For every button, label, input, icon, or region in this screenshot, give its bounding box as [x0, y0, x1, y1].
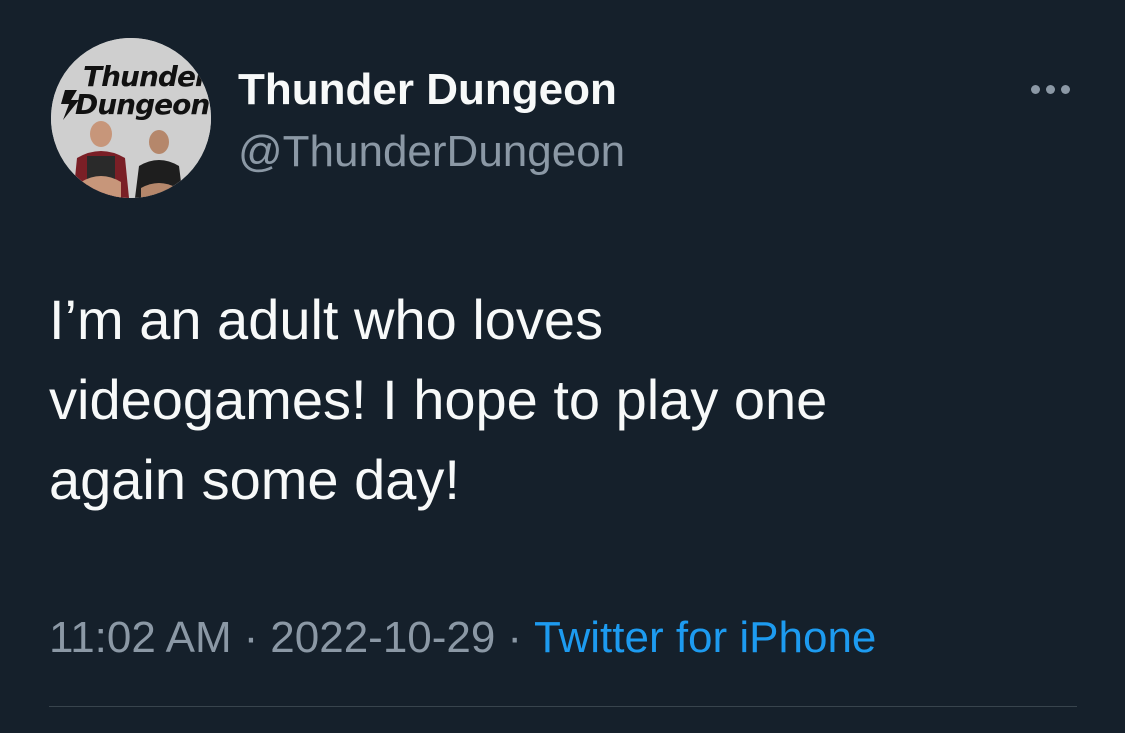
tweet-time[interactable]: 11:02 AM [49, 613, 232, 662]
tweet: Thunder Dungeon Thunder Dungeon @Thunder… [0, 0, 1125, 733]
tweet-date[interactable]: 2022-10-29 [270, 613, 495, 662]
meta-separator: · [507, 613, 523, 662]
avatar-image: Thunder Dungeon [51, 38, 211, 198]
author-handle[interactable]: @ThunderDungeon [238, 126, 625, 178]
divider [49, 706, 1077, 707]
more-options-button[interactable] [1024, 76, 1076, 102]
tweet-meta: 11:02 AM · 2022-10-29 · Twitter for iPhone [49, 612, 876, 664]
author-display-name[interactable]: Thunder Dungeon [238, 64, 617, 116]
tweet-source-link[interactable]: Twitter for iPhone [534, 613, 876, 662]
svg-text:Dungeon: Dungeon [75, 88, 209, 121]
meta-separator: · [243, 613, 259, 662]
more-horizontal-icon [1030, 84, 1040, 94]
tweet-text: I’m an adult who loves videogames! I hop… [49, 288, 828, 511]
avatar[interactable]: Thunder Dungeon [51, 38, 211, 198]
